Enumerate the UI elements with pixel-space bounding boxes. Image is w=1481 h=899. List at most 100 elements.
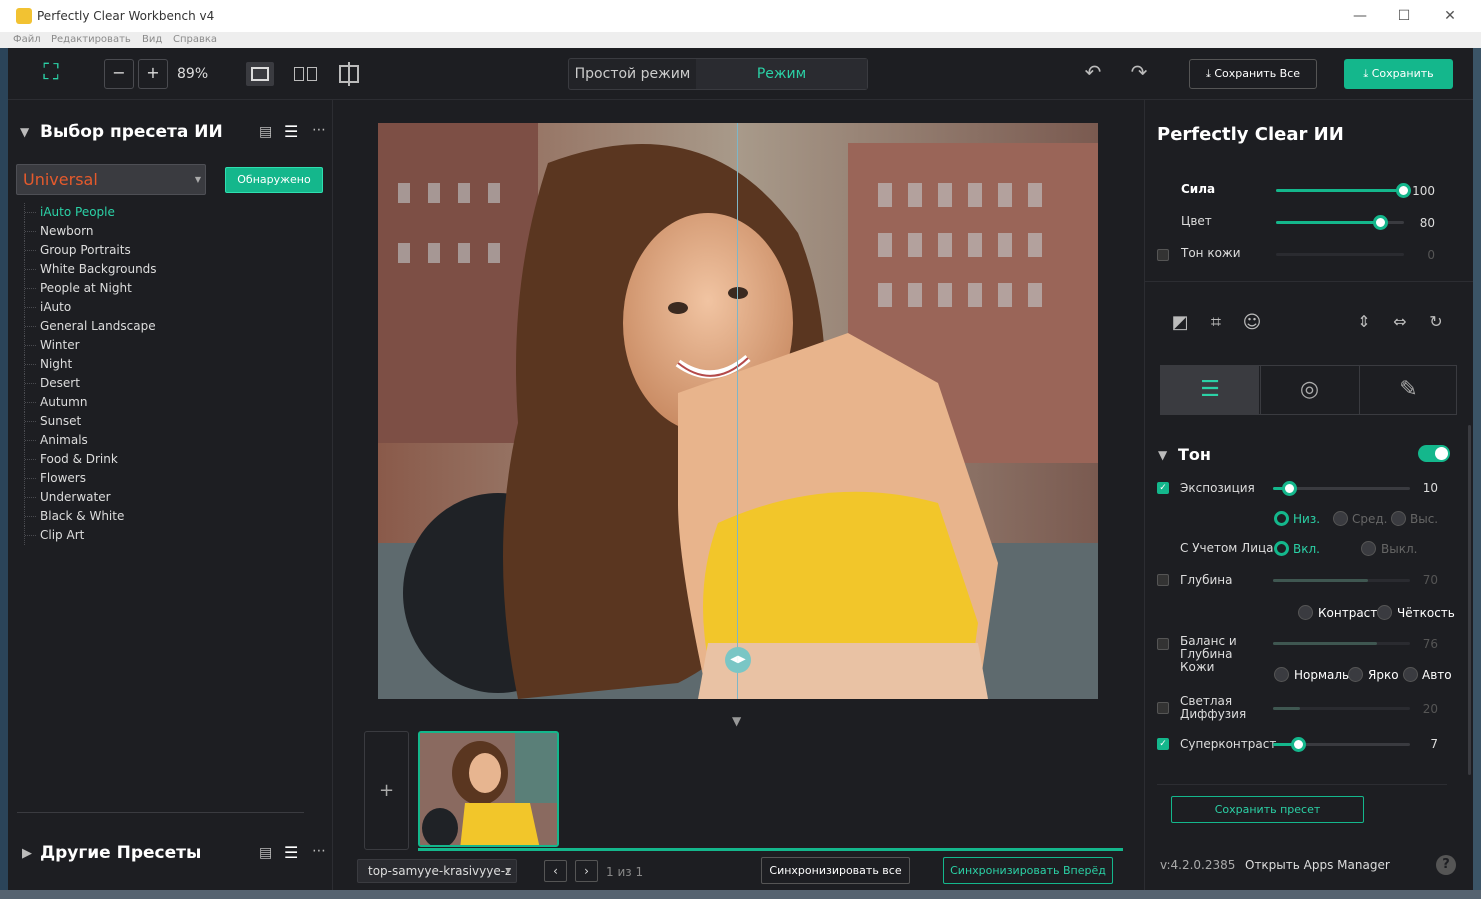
panel-scrollbar[interactable] — [1468, 425, 1471, 775]
image-thumbnail[interactable] — [418, 731, 559, 847]
skin-tone-slider[interactable] — [1276, 253, 1404, 256]
split-view-icon[interactable] — [292, 62, 320, 86]
curves-icon[interactable]: ◩ — [1169, 312, 1191, 334]
preset-item[interactable]: Clip Art — [24, 526, 324, 545]
flip-horizontal-icon[interactable]: ⇔ — [1389, 312, 1411, 334]
photo-preview[interactable]: ◀▶ — [378, 123, 1098, 699]
preset-item[interactable]: Food & Drink — [24, 450, 324, 469]
sync-all-button[interactable]: Синхронизировать все — [761, 857, 910, 884]
diffusion-checkbox[interactable] — [1157, 702, 1169, 714]
depth-checkbox[interactable] — [1157, 574, 1169, 586]
save-all-button[interactable]: ⤓ Сохранить Все — [1189, 59, 1317, 89]
tone-toggle[interactable] — [1418, 445, 1450, 462]
zoom-in-button[interactable]: + — [138, 59, 168, 89]
collapse-triangle-icon[interactable]: ▼ — [20, 125, 29, 139]
skin-tone-checkbox[interactable] — [1157, 249, 1169, 261]
preset-item[interactable]: White Backgrounds — [24, 260, 324, 279]
crop-icon[interactable]: ⌗ — [1205, 312, 1227, 334]
file-select[interactable]: top-samyye-krasivyye-z ▼ — [357, 859, 517, 883]
exposure-slider[interactable] — [1273, 481, 1410, 496]
supercontrast-slider[interactable] — [1273, 737, 1410, 752]
preset-item[interactable]: Group Portraits — [24, 241, 324, 260]
zoom-out-button[interactable]: − — [104, 59, 134, 89]
preset-item[interactable]: iAuto — [24, 298, 324, 317]
edit-mode-tab[interactable]: Режим редактирования — [696, 59, 867, 112]
help-icon[interactable]: ? — [1436, 855, 1456, 875]
detected-button[interactable]: Обнаружено — [225, 167, 323, 193]
preset-item[interactable]: Black & White — [24, 507, 324, 526]
rotate-icon[interactable]: ↻ — [1425, 312, 1447, 334]
menu-edit[interactable]: Редактировать — [51, 34, 131, 45]
preset-item[interactable]: Animals — [24, 431, 324, 450]
color-slider[interactable] — [1276, 215, 1404, 230]
preset-item[interactable]: Flowers — [24, 469, 324, 488]
sync-forward-button[interactable]: Синхронизировать Вперёд — [943, 857, 1113, 884]
split-handle-icon[interactable]: ◀▶ — [725, 647, 751, 673]
normal-radio[interactable] — [1274, 667, 1289, 682]
save-preset-button[interactable]: Сохранить пресет — [1171, 796, 1364, 823]
minimize-icon[interactable]: — — [1350, 6, 1370, 26]
bright-radio[interactable] — [1348, 667, 1363, 682]
preset-item[interactable]: Newborn — [24, 222, 324, 241]
split-divider-line[interactable] — [737, 123, 738, 699]
preset-item[interactable]: Sunset — [24, 412, 324, 431]
preset-item[interactable]: People at Night — [24, 279, 324, 298]
more-icon[interactable]: ⋯ — [312, 122, 326, 138]
color-slider-thumb[interactable] — [1373, 215, 1388, 230]
preset-item[interactable]: Desert — [24, 374, 324, 393]
grid-view-icon[interactable]: ▤ — [259, 845, 272, 861]
save-button[interactable]: ⤓ Сохранить — [1344, 59, 1453, 89]
more-icon[interactable]: ⋯ — [312, 843, 326, 859]
menu-view[interactable]: Вид — [142, 34, 162, 45]
next-image-button[interactable]: › — [575, 860, 598, 882]
preset-item[interactable]: Underwater — [24, 488, 324, 507]
depth-slider[interactable] — [1273, 579, 1410, 582]
prev-image-button[interactable]: ‹ — [544, 860, 567, 882]
list-view-icon[interactable]: ☰ — [284, 122, 298, 141]
retouch-tab-icon[interactable]: ◎ — [1260, 366, 1358, 414]
filmstrip-toggle-icon[interactable]: ▼ — [732, 714, 741, 728]
auto-radio[interactable] — [1403, 667, 1418, 682]
contrast-radio[interactable] — [1298, 605, 1313, 620]
preset-item[interactable]: General Landscape — [24, 317, 324, 336]
preset-item[interactable]: Night — [24, 355, 324, 374]
preset-item[interactable]: iAuto People — [24, 203, 324, 222]
compare-view-icon[interactable] — [336, 62, 364, 86]
skin-balance-checkbox[interactable] — [1157, 638, 1169, 650]
mid-radio[interactable] — [1333, 511, 1348, 526]
redo-icon[interactable]: ↷ — [1126, 60, 1152, 86]
list-view-icon[interactable]: ☰ — [284, 843, 298, 862]
supercontrast-checkbox[interactable]: ✓ — [1157, 738, 1169, 750]
filmstrip-scrollbar[interactable] — [418, 848, 1123, 851]
supercontrast-slider-thumb[interactable] — [1291, 737, 1306, 752]
apps-manager-link[interactable]: Открыть Apps Manager — [1245, 858, 1390, 872]
diffusion-slider[interactable] — [1273, 707, 1410, 710]
grid-view-icon[interactable]: ▤ — [259, 124, 272, 140]
palette-tab-icon[interactable]: ✎ — [1359, 366, 1457, 414]
sliders-tab-icon[interactable]: ☰ — [1161, 366, 1259, 414]
preset-item[interactable]: Winter — [24, 336, 324, 355]
simple-mode-tab[interactable]: Простой режим — [569, 59, 696, 89]
close-icon[interactable]: ✕ — [1440, 6, 1460, 26]
collapse-triangle-icon[interactable]: ▼ — [1158, 448, 1167, 462]
maximize-icon[interactable]: ☐ — [1394, 6, 1414, 26]
high-radio[interactable] — [1391, 511, 1406, 526]
face-off-radio[interactable] — [1361, 541, 1376, 556]
add-image-button[interactable]: + — [364, 731, 409, 850]
clarity-radio[interactable] — [1377, 605, 1392, 620]
single-view-icon[interactable] — [246, 62, 274, 86]
menu-help[interactable]: Справка — [173, 34, 217, 45]
exposure-checkbox[interactable]: ✓ — [1157, 482, 1169, 494]
exposure-slider-thumb[interactable] — [1282, 481, 1297, 496]
expand-triangle-icon[interactable]: ▶ — [22, 846, 32, 861]
strength-slider[interactable] — [1276, 183, 1411, 198]
flip-vertical-icon[interactable]: ⇕ — [1353, 312, 1375, 334]
skin-balance-slider[interactable] — [1273, 642, 1410, 645]
preset-item[interactable]: Autumn — [24, 393, 324, 412]
undo-icon[interactable]: ↶ — [1080, 60, 1106, 86]
low-radio[interactable] — [1274, 511, 1289, 526]
face-icon[interactable]: ☺ — [1241, 312, 1263, 334]
preset-dropdown[interactable]: Universal ▼ — [16, 164, 206, 195]
face-on-radio[interactable] — [1274, 541, 1289, 556]
menu-file[interactable]: Файл — [13, 34, 41, 45]
